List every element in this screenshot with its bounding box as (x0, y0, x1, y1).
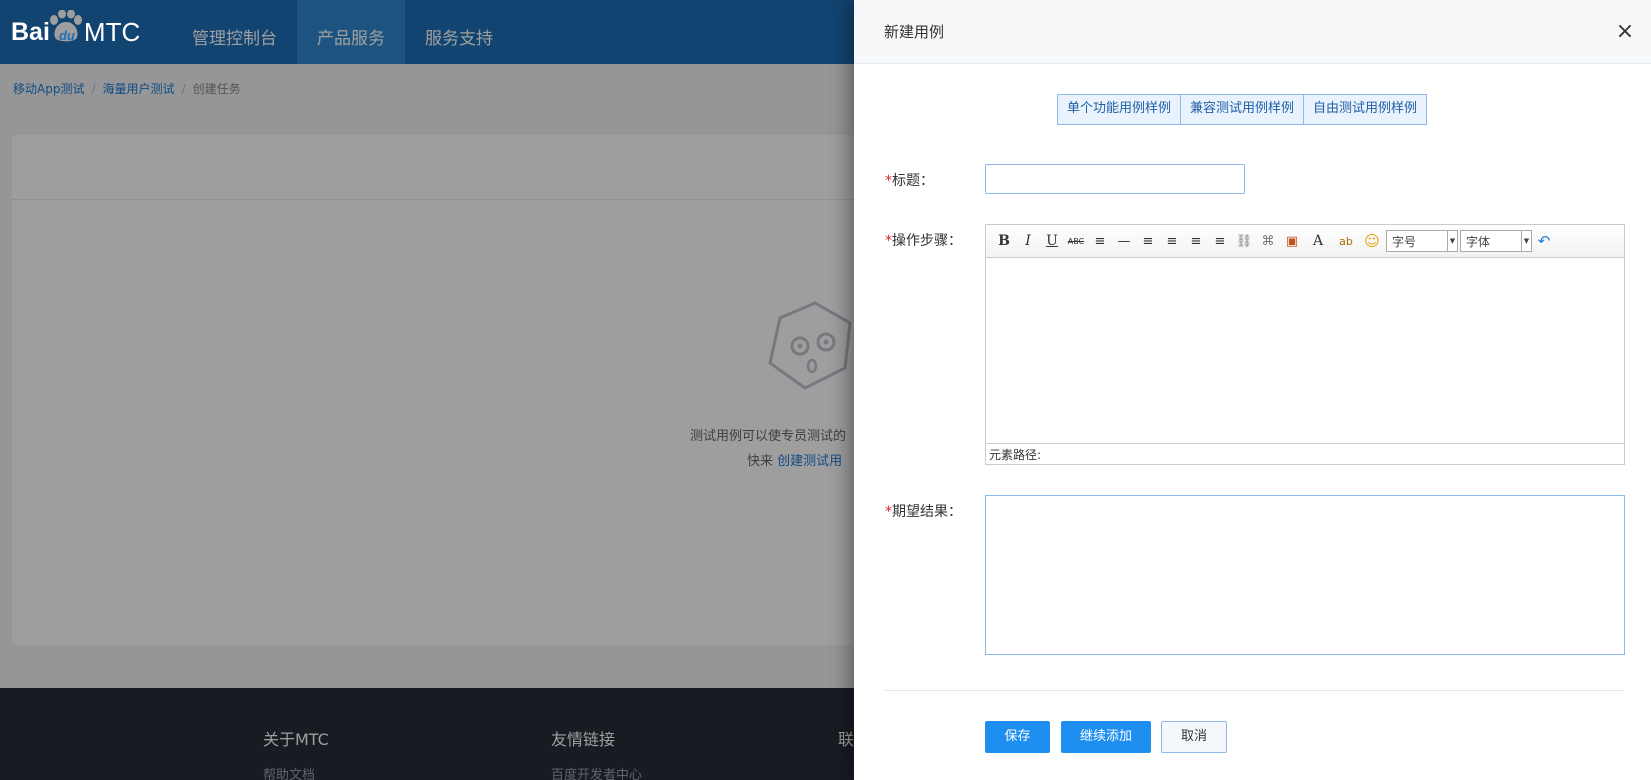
steps-label: *操作步骤： (885, 230, 962, 250)
title-label-text: 标题： (892, 173, 934, 189)
italic-button[interactable]: I (1016, 229, 1040, 253)
logo-mtc-text: MTC (83, 16, 141, 47)
font-size-select[interactable]: 字号 ▼ (1386, 230, 1458, 252)
emoji-icon[interactable]: ☺ (1360, 229, 1384, 253)
result-label: *期望结果： (885, 501, 962, 521)
chevron-down-icon: ▼ (1521, 231, 1531, 251)
align-justify-icon[interactable]: ≡ (1208, 229, 1232, 253)
expected-result-textarea[interactable] (985, 495, 1625, 655)
drawer-header: 新建用例 × (854, 0, 1651, 64)
chevron-down-icon: ▼ (1447, 231, 1457, 251)
cancel-button[interactable]: 取消 (1161, 721, 1227, 753)
element-path-bar: 元素路径: (986, 443, 1624, 466)
title-label: *标题： (885, 170, 934, 190)
required-mark: * (885, 173, 892, 189)
font-color-icon[interactable]: A (1304, 229, 1332, 253)
continue-add-button[interactable]: 继续添加 (1061, 721, 1151, 753)
title-input[interactable] (985, 164, 1245, 194)
save-button[interactable]: 保存 (985, 721, 1050, 753)
logo-du-text: du (58, 27, 75, 43)
steps-label-text: 操作步骤： (892, 233, 962, 249)
highlight-color-icon[interactable]: ab (1332, 229, 1360, 253)
editor-toolbar: B I U ABC ≡ — ≡ ≡ ≡ ≡ ⛓ ⌘ ▣ A ab ☺ 字号 ▼ 字… (986, 225, 1624, 258)
link-icon[interactable]: ⛓ (1232, 229, 1256, 253)
undo-icon[interactable]: ↶ (1532, 229, 1556, 253)
font-family-select-text: 字体 (1466, 234, 1491, 249)
compatibility-sample-button[interactable]: 兼容测试用例样例 (1181, 95, 1305, 124)
align-right-icon[interactable]: ≡ (1184, 229, 1208, 253)
image-icon[interactable]: ▣ (1280, 229, 1304, 253)
align-left-icon[interactable]: ≡ (1136, 229, 1160, 253)
format-clear-icon[interactable]: ≡ (1088, 229, 1112, 253)
drawer-title: 新建用例 (884, 23, 945, 41)
required-mark: * (885, 233, 892, 249)
close-icon[interactable]: × (1605, 19, 1645, 44)
free-test-sample-button[interactable]: 自由测试用例样例 (1304, 95, 1427, 124)
divider (884, 690, 1624, 691)
bold-button[interactable]: B (992, 229, 1016, 253)
sample-button-group: 单个功能用例样例 兼容测试用例样例 自由测试用例样例 (1057, 94, 1428, 125)
unlink-icon[interactable]: ⌘ (1256, 229, 1280, 253)
logo-bai-text: Bai (11, 17, 50, 46)
align-center-icon[interactable]: ≡ (1160, 229, 1184, 253)
horizontal-rule-icon[interactable]: — (1112, 229, 1136, 253)
font-family-select[interactable]: 字体 ▼ (1460, 230, 1532, 252)
font-size-select-text: 字号 (1392, 234, 1417, 249)
required-mark: * (885, 504, 892, 520)
steps-edit-area[interactable] (986, 258, 1624, 443)
strikethrough-button[interactable]: ABC (1064, 229, 1088, 253)
result-label-text: 期望结果： (892, 504, 962, 520)
rich-text-editor: B I U ABC ≡ — ≡ ≡ ≡ ≡ ⛓ ⌘ ▣ A ab ☺ 字号 ▼ 字… (985, 224, 1625, 465)
new-case-drawer: 新建用例 × 单个功能用例样例 兼容测试用例样例 自由测试用例样例 *标题： *… (854, 0, 1651, 780)
single-function-sample-button[interactable]: 单个功能用例样例 (1058, 95, 1182, 124)
underline-button[interactable]: U (1040, 229, 1064, 253)
